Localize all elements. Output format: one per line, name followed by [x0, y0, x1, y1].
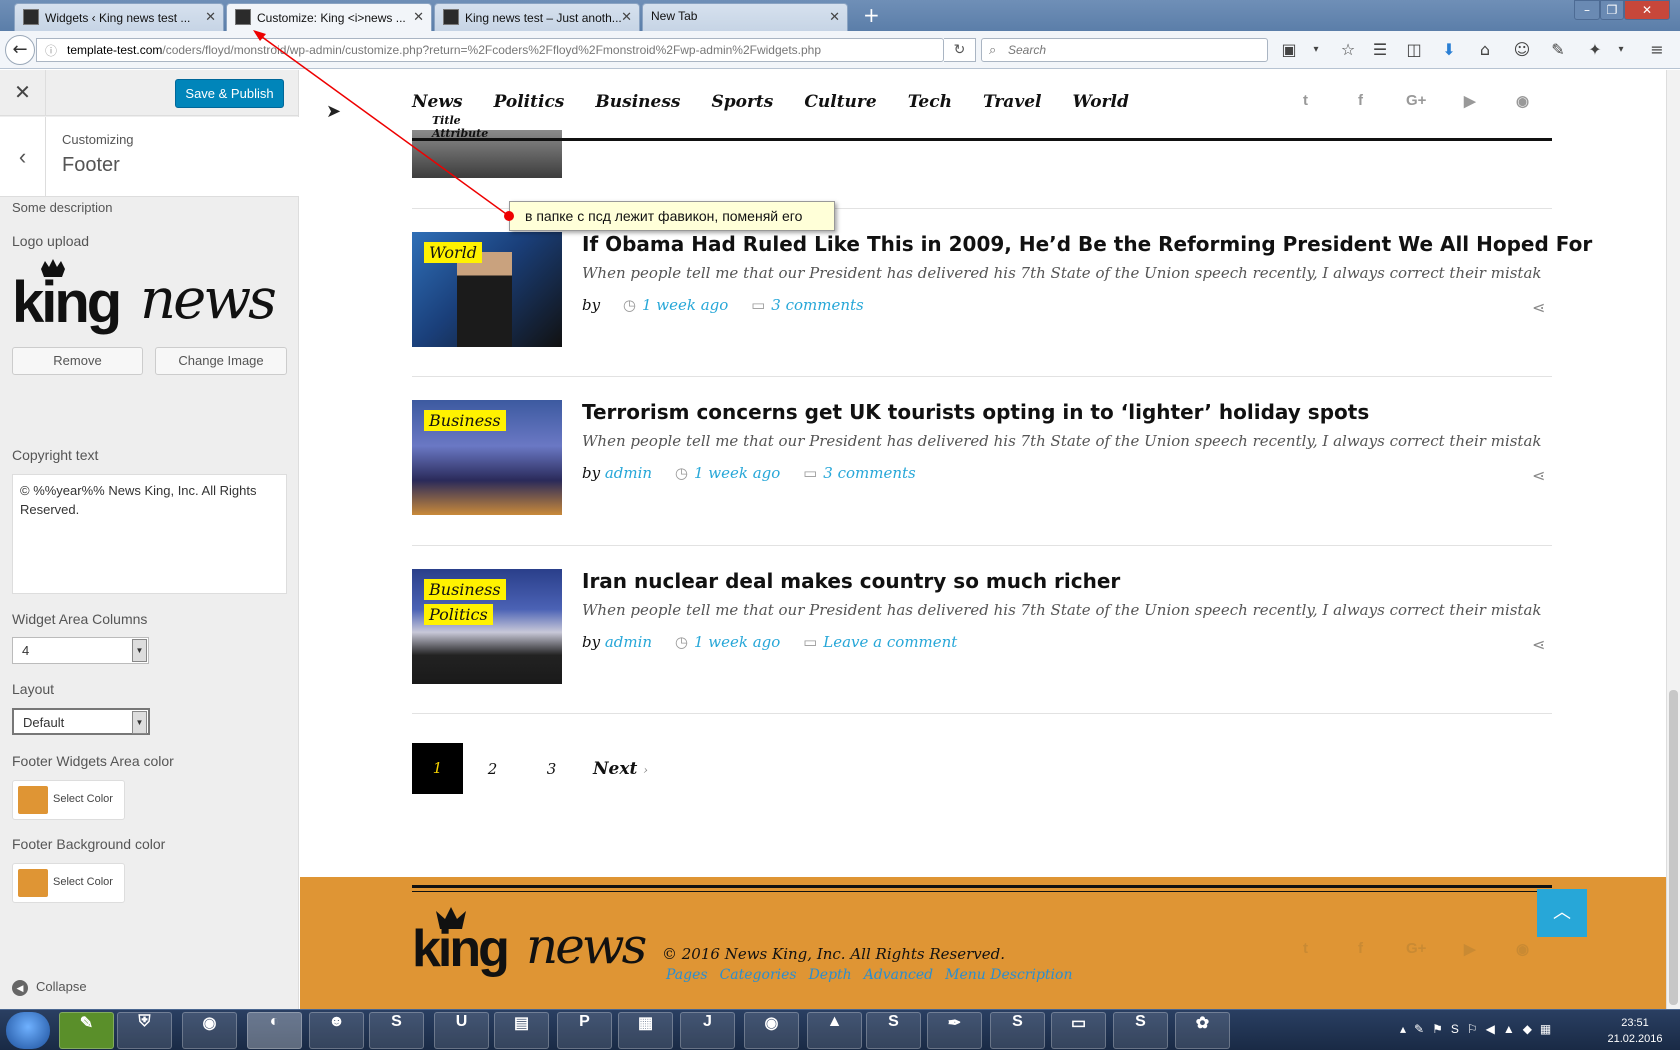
gimp-icon[interactable]: ✿	[1175, 1012, 1230, 1049]
feather-icon[interactable]: ✒	[927, 1012, 982, 1049]
mask-app-icon[interactable]: ☻	[309, 1012, 364, 1049]
app-green-s-icon[interactable]: S	[866, 1012, 921, 1049]
chrome-icon[interactable]: ◉	[744, 1012, 799, 1049]
game-icon[interactable]: ⛨	[117, 1012, 172, 1049]
system-tray[interactable]: ▴✎⚑S⚐◀▲◆▦	[1400, 1022, 1559, 1036]
start-button[interactable]	[6, 1012, 50, 1049]
windows-taskbar: ✎ ⛨ ◉ ◐ ☻ S U ▤ P ▦ J ◉ ▲ S ✒ S ▭ S ✿ ▴✎…	[0, 1009, 1680, 1050]
sublime-icon[interactable]: S	[990, 1012, 1045, 1049]
skype-icon[interactable]: S	[1113, 1012, 1168, 1049]
annotation-note: в папке с псд лежит фавикон, поменяй его	[509, 201, 835, 231]
system-clock[interactable]: 23:51 21.02.2016	[1595, 1015, 1675, 1047]
save-icon[interactable]: ▤	[494, 1012, 549, 1049]
folder-icon[interactable]: ▭	[1051, 1012, 1106, 1049]
jetbrains-icon[interactable]: J	[680, 1012, 735, 1049]
app-s-icon[interactable]: S	[369, 1012, 424, 1049]
annotation-dot	[504, 211, 514, 221]
pdf-icon[interactable]: P	[557, 1012, 612, 1049]
clock-time: 23:51	[1621, 1017, 1649, 1029]
chrome-icon[interactable]: ◉	[182, 1012, 237, 1049]
ubuntu-icon[interactable]: U	[434, 1012, 489, 1049]
calculator-icon[interactable]: ▦	[618, 1012, 673, 1049]
mouse-cursor-icon: ➤	[326, 101, 342, 122]
clock-date: 21.02.2016	[1607, 1033, 1663, 1045]
notepad-icon[interactable]: ✎	[59, 1012, 114, 1049]
annotation-arrow	[253, 30, 510, 217]
firefox-icon[interactable]: ◐	[247, 1012, 302, 1049]
warning-app-icon[interactable]: ▲	[807, 1012, 862, 1049]
